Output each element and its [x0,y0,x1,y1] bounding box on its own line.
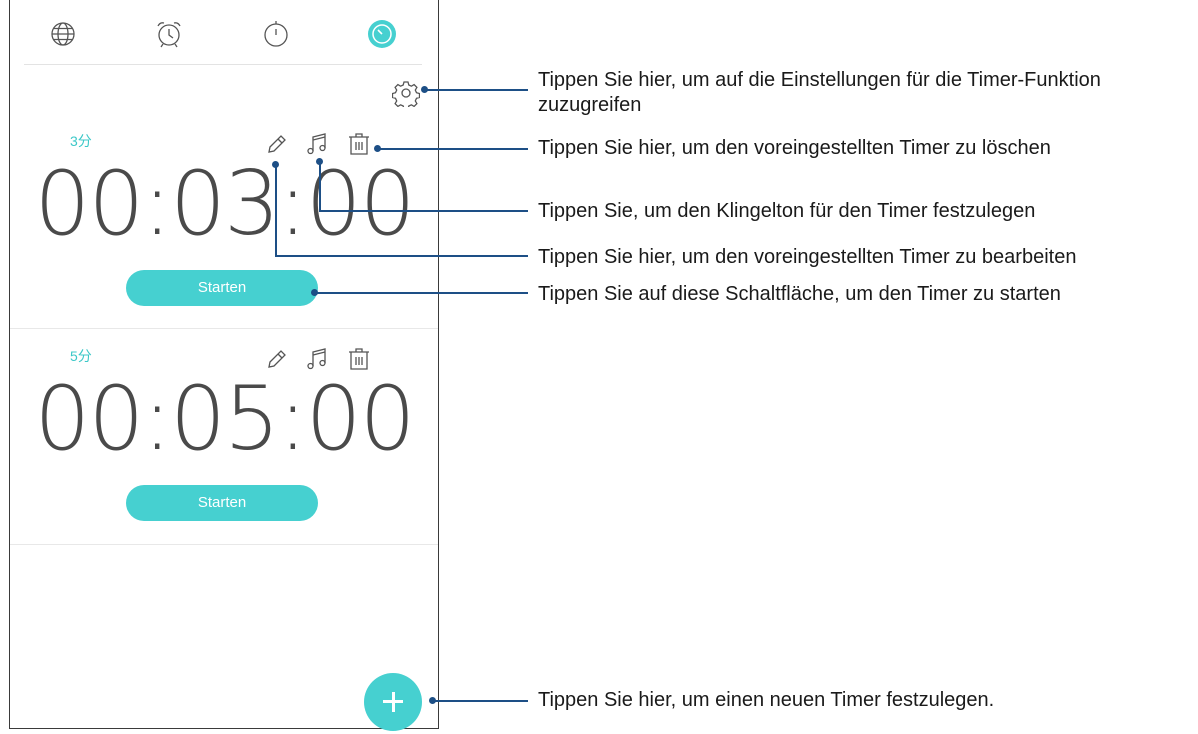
tab-world-clock[interactable] [47,18,79,50]
callout-line [275,255,528,257]
callout-start: Tippen Sie auf diese Schaltfläche, um de… [538,283,1061,305]
add-timer-button[interactable] [364,673,422,731]
callout-add: Tippen Sie hier, um einen neuen Timer fe… [538,689,995,711]
phone-screen: 3分 00:03:00 Starten 5分 00:05:00 Starten [9,0,440,731]
alarm-clock-icon [157,22,181,48]
callout-settings: Tippen Sie hier, um auf die Einstellunge… [538,69,1101,116]
callout-ringtone: Tippen Sie, um den Klingelton für den Ti… [538,200,1036,222]
tab-timer[interactable] [366,18,398,50]
stopwatch-icon [264,21,288,47]
timer-icon [368,20,396,48]
tab-alarm[interactable] [153,18,185,50]
timer-display: 00:05:00 [34,367,415,470]
settings-button[interactable] [391,79,421,110]
callout-edit: Tippen Sie hier, um den voreingestellten… [538,246,1077,268]
callout-line [433,700,528,702]
callout-line [319,160,321,212]
timer-display: 00:03:00 [34,152,415,255]
gear-icon [391,81,421,110]
globe-icon [51,22,75,46]
timer-label: 5分 [70,348,92,364]
callout-delete: Tippen Sie hier, um den voreingestellten… [538,137,1051,159]
callout-line [425,89,528,91]
callout-line [319,210,528,212]
start-button[interactable]: Starten [126,485,318,521]
tab-stopwatch[interactable] [260,18,292,50]
timer-label: 3分 [70,133,92,149]
tab-divider [24,64,422,65]
start-button[interactable]: Starten [126,270,318,306]
callout-line [315,292,528,294]
callout-line [378,148,528,150]
timer-card: 5分 00:05:00 Starten [10,330,438,545]
tab-bar [10,0,440,65]
callout-line [275,163,277,257]
